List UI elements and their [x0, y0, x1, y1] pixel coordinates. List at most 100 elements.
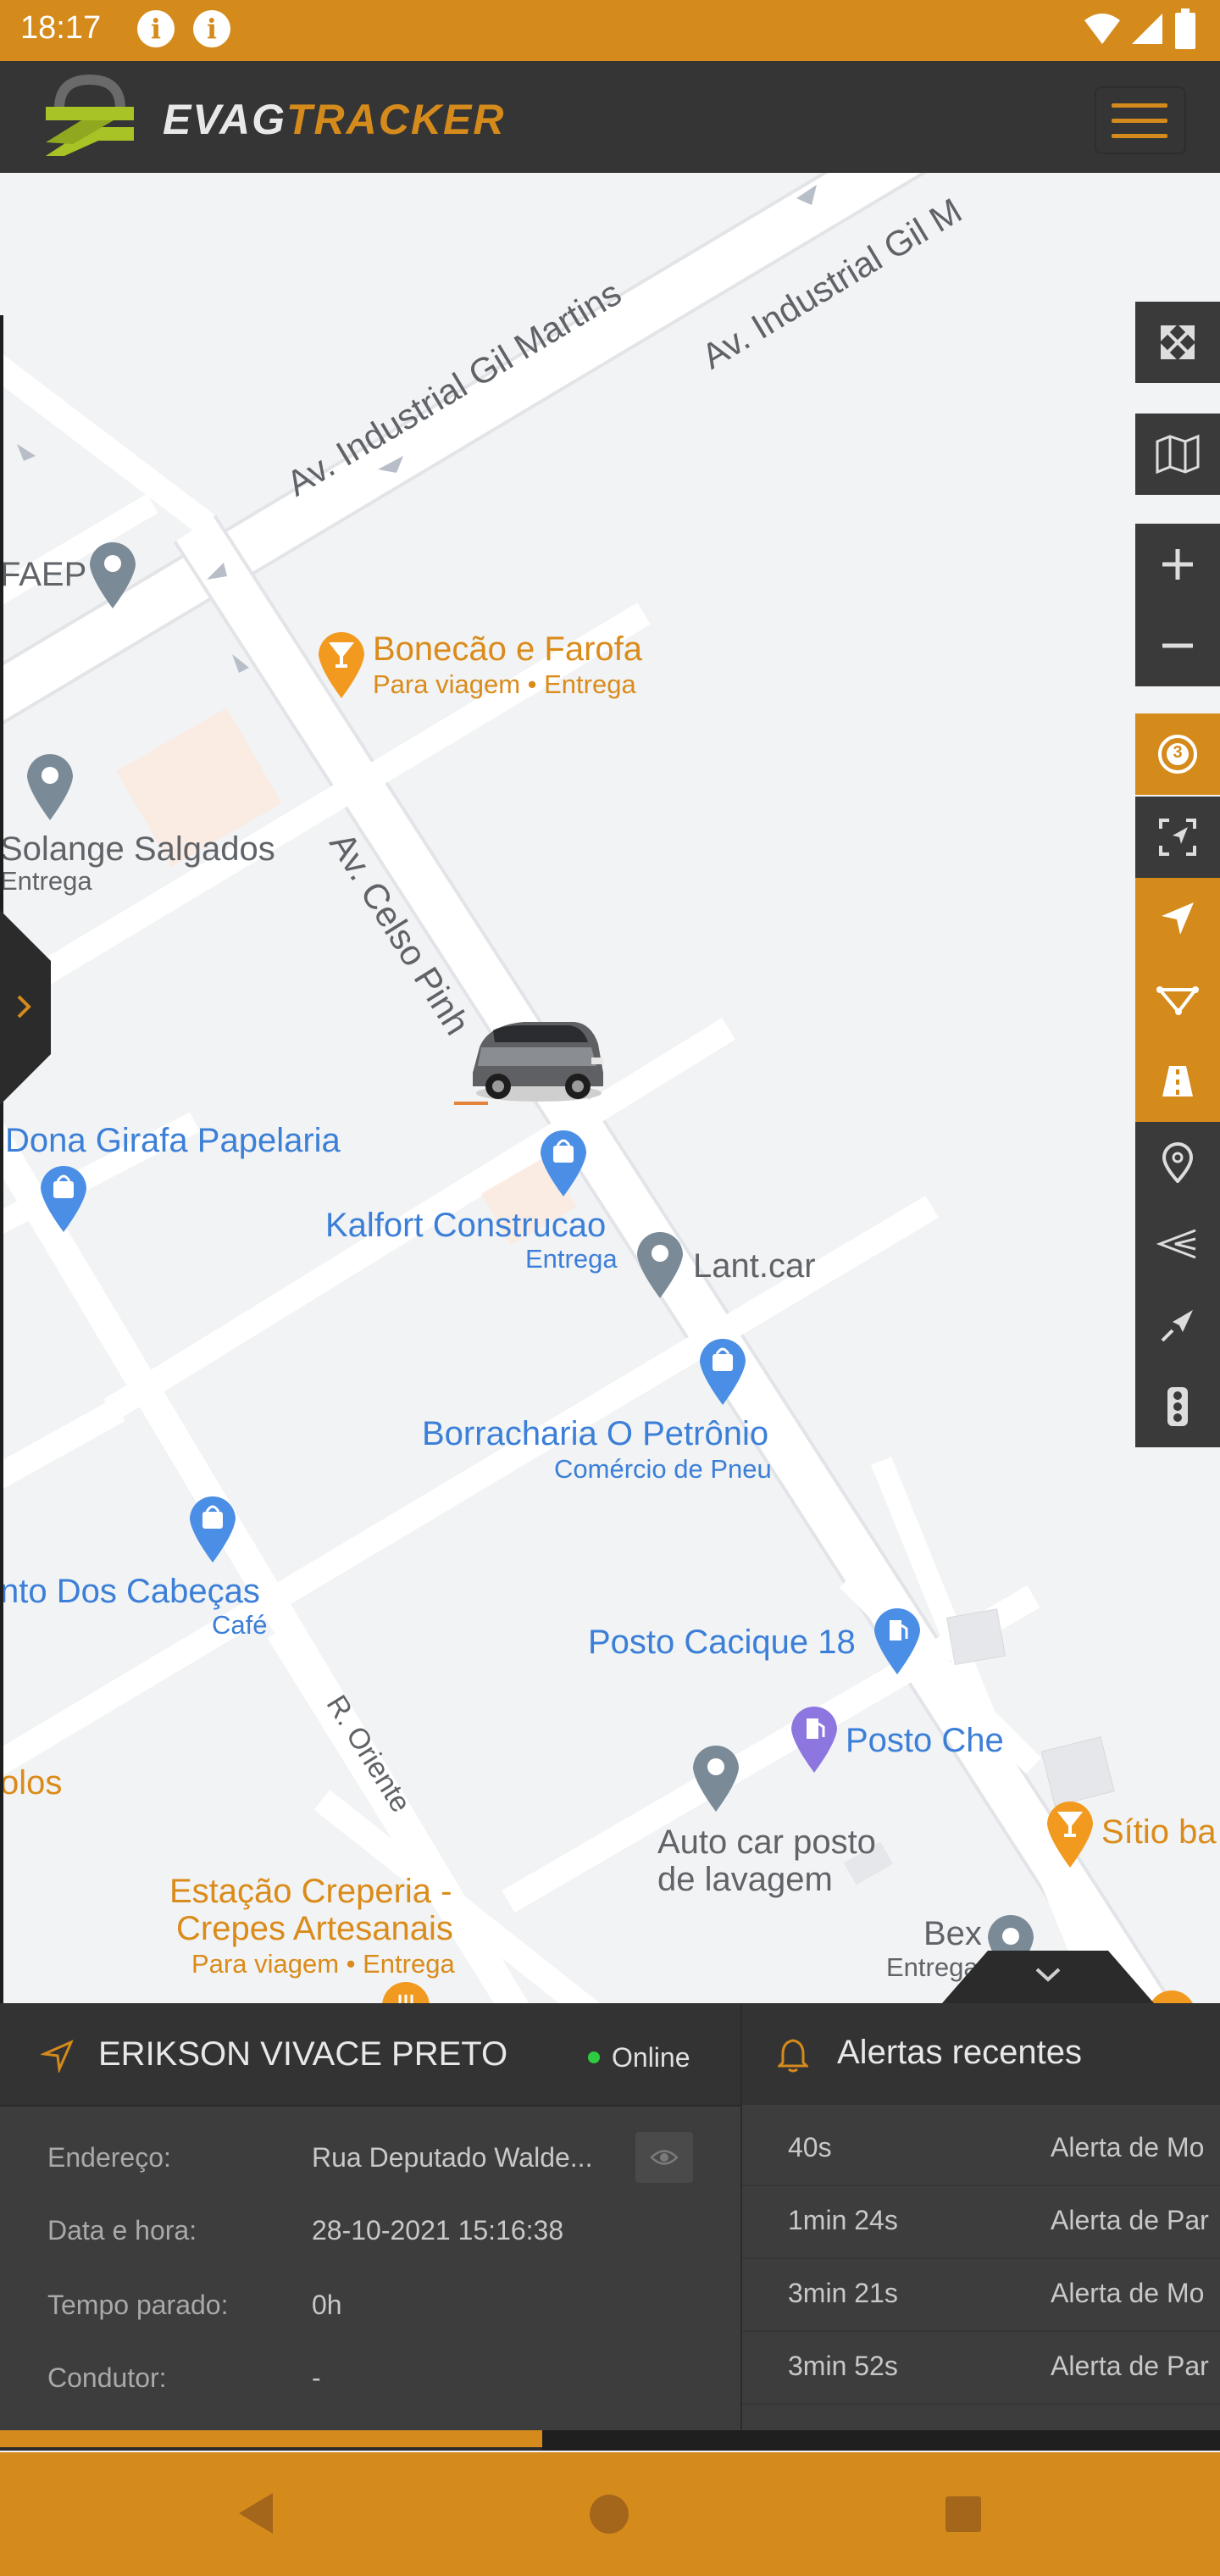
center-vehicle-button[interactable] [1135, 797, 1220, 878]
map-type-button[interactable] [1135, 414, 1220, 495]
status-time: 18:17 [20, 10, 102, 46]
vehicle-marker-icon[interactable] [464, 1013, 608, 1107]
driver-value: - [312, 2362, 321, 2393]
cluster-icon: 3 [1156, 733, 1199, 775]
gas-station-pin-icon[interactable] [786, 1702, 842, 1774]
ruler-arrow-icon [1161, 1310, 1193, 1342]
place-label: Posto Che [846, 1722, 1004, 1759]
panel-bottom-strip [0, 2430, 542, 2447]
place-sublabel: Comércio de Pneu [554, 1454, 772, 1484]
place-label: Solange Salgados [0, 830, 275, 868]
history-button[interactable] [1135, 1203, 1220, 1285]
alerts-card-header[interactable]: Alertas recentes [742, 2003, 1220, 2105]
vehicle-card-header[interactable]: ERIKSON VIVACE PRETO Online [0, 2003, 740, 2107]
road-view-button[interactable] [1135, 1041, 1220, 1122]
alert-time: 1min 24s [788, 2205, 898, 2235]
datetime-value: 28-10-2021 15:16:38 [312, 2215, 564, 2246]
shopping-pin-icon[interactable] [36, 1161, 92, 1234]
plus-icon [1162, 549, 1193, 580]
place-sublabel: Café [212, 1610, 268, 1640]
menu-button[interactable] [1095, 86, 1186, 154]
restaurant-pin-icon[interactable] [378, 1978, 434, 2003]
map-left-edge [0, 315, 3, 2003]
place-label: Estação Creperia - [169, 1873, 452, 1910]
measure-button[interactable] [1135, 1285, 1220, 1366]
place-label: Sítio ba [1101, 1813, 1217, 1851]
cluster-button[interactable]: 3 [1135, 713, 1220, 795]
address-value: Rua Deputado Walde... [312, 2142, 593, 2173]
place-label: Borracharia O Petrônio [422, 1415, 769, 1452]
place-sublabel: Para viagem • Entrega [191, 1949, 455, 1979]
stopped-time-value: 0h [312, 2290, 342, 2320]
alert-row[interactable]: 1min 24s Alerta de Par [742, 2185, 1220, 2259]
alert-message: Alerta de Mo [1051, 2132, 1205, 2162]
place-label: Auto car posto [657, 1824, 876, 1861]
place-label: Posto Cacique 18 [588, 1624, 856, 1661]
restaurant-pin-icon[interactable] [1042, 1796, 1098, 1869]
zoom-in-button[interactable] [1135, 524, 1220, 605]
collapse-panel-button[interactable] [942, 1951, 1154, 2003]
app-header: EVAGTRACKER [0, 61, 1220, 173]
alert-row[interactable]: 3min 52s Alerta de Par [742, 2330, 1220, 2405]
minus-icon [1162, 643, 1193, 648]
place-sublabel: Entrega [525, 1244, 618, 1274]
map-pin-icon[interactable] [632, 1227, 688, 1300]
place-sublabel: Crepes Artesanais [176, 1910, 453, 1947]
eye-icon [650, 2150, 679, 2165]
bottom-panel: ERIKSON VIVACE PRETO Online Endereço: Ru… [0, 2003, 1220, 2451]
logo-text: EVAGTRACKER [163, 96, 506, 143]
recents-icon[interactable] [944, 2495, 983, 2534]
map-view[interactable]: Av. Industrial Gil Martins Av. Industria… [0, 173, 1220, 2003]
shopping-pin-icon[interactable] [535, 1125, 591, 1198]
navigation-icon [1162, 902, 1194, 935]
fullscreen-button[interactable] [1135, 302, 1220, 383]
signal-icon [1132, 14, 1162, 44]
shopping-pin-icon[interactable] [185, 1491, 241, 1564]
vehicle-name: ERIKSON VIVACE PRETO [98, 2035, 508, 2073]
datetime-label: Data e hora: [47, 2215, 197, 2246]
side-panel-toggle[interactable] [0, 910, 51, 1105]
traffic-light-icon [1167, 1387, 1188, 1426]
shopping-pin-icon[interactable] [695, 1334, 751, 1407]
alert-time: 3min 21s [788, 2278, 898, 2308]
alert-message: Alerta de Par [1051, 2205, 1209, 2235]
map-pin-icon[interactable] [85, 537, 141, 610]
restaurant-pin-icon[interactable] [313, 627, 369, 700]
alert-row[interactable]: 40s Alerta de Mo [742, 2112, 1220, 2186]
road-icon [1162, 1066, 1193, 1096]
system-nav-bar [0, 2452, 1220, 2576]
zoom-out-button[interactable] [1135, 605, 1220, 686]
map-pin-icon[interactable] [22, 749, 78, 822]
vehicle-card: ERIKSON VIVACE PRETO Online Endereço: Ru… [0, 2003, 740, 2444]
back-icon[interactable] [234, 2490, 278, 2537]
place-label: olos [0, 1764, 63, 1802]
place-label: Kalfort Construcao [325, 1207, 607, 1244]
vehicle-status: Online [612, 2042, 690, 2073]
status-bar: 18:17 i i [0, 0, 1220, 61]
logo-icon [46, 75, 134, 156]
location-pin-icon [1162, 1142, 1194, 1183]
trail-icon [1156, 1229, 1196, 1259]
focus-arrow-icon [1159, 819, 1196, 856]
bell-icon [778, 2039, 808, 2073]
alert-message: Alerta de Mo [1051, 2278, 1205, 2308]
map-pin-icon[interactable] [688, 1740, 744, 1813]
place-label: FAEP [0, 556, 87, 593]
route-icon [1156, 986, 1199, 1015]
alert-message: Alerta de Par [1051, 2351, 1209, 2381]
alert-row[interactable]: 3min 21s Alerta de Mo [742, 2257, 1220, 2332]
place-label: nto Dos Cabeças [0, 1573, 260, 1610]
address-label: Endereço: [47, 2142, 171, 2173]
follow-vehicle-button[interactable] [1135, 878, 1220, 959]
alerts-title: Alertas recentes [837, 2034, 1083, 2071]
info-icon: i [193, 10, 230, 47]
online-indicator [588, 2051, 600, 2063]
home-icon[interactable] [588, 2493, 630, 2535]
driver-label: Condutor: [47, 2362, 167, 2393]
gas-station-pin-icon[interactable] [869, 1603, 925, 1676]
points-of-interest-button[interactable] [1135, 1122, 1220, 1203]
show-address-button[interactable] [635, 2132, 693, 2183]
hamburger-icon [1112, 103, 1167, 108]
route-button[interactable] [1135, 959, 1220, 1041]
traffic-button[interactable] [1135, 1366, 1220, 1447]
